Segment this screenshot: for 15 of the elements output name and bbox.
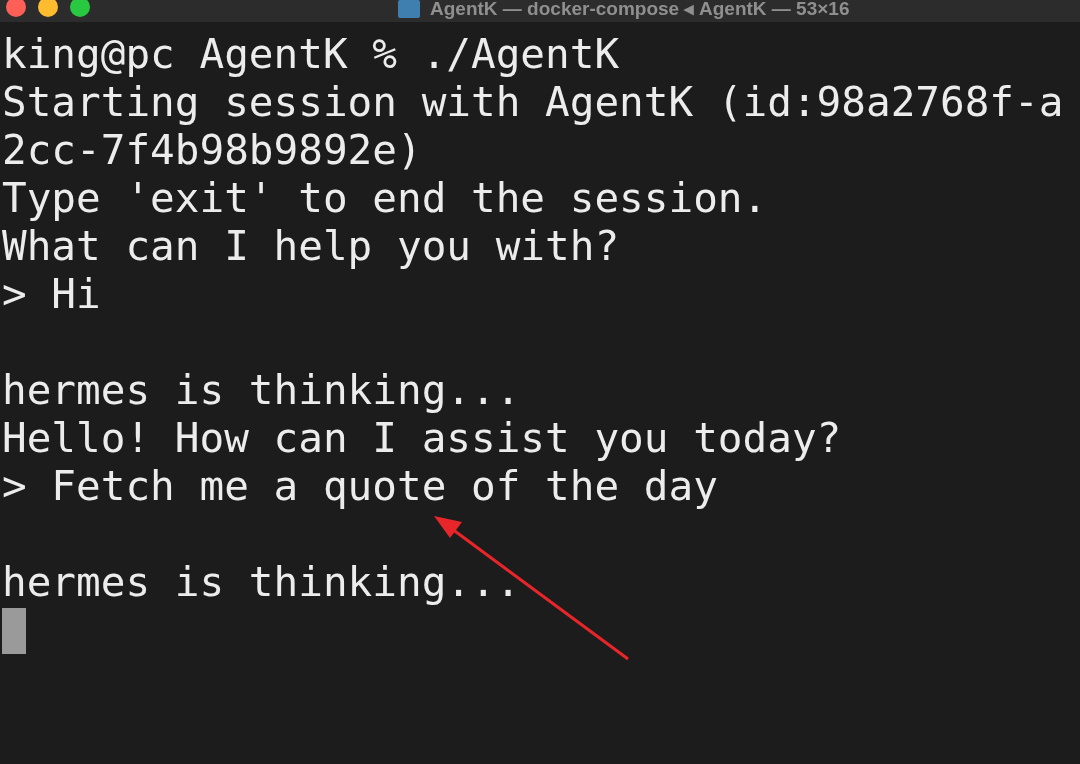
terminal-line: Hello! How can I assist you today? [2,414,843,462]
terminal-line: king@pc AgentK % ./AgentK [2,30,621,78]
terminal-line: 2cc-7f4b98b9892e) [2,126,423,174]
folder-icon [398,0,420,18]
window-title: AgentK — docker-compose ◂ AgentK — 53×16 [430,0,850,20]
terminal-line: > Hi [2,270,102,318]
terminal-line: Starting session with AgentK (id:98a2768f-a [2,78,1065,126]
terminal-line: Type 'exit' to end the session. [2,174,769,222]
zoom-button[interactable] [70,0,90,17]
minimize-button[interactable] [38,0,58,17]
terminal-line: > Fetch me a quote of the day [2,462,719,510]
terminal-line: What can I help you with? [2,222,621,270]
terminal-line: hermes is thinking... [2,558,522,606]
close-button[interactable] [6,0,26,17]
terminal-line: hermes is thinking... [2,366,522,414]
